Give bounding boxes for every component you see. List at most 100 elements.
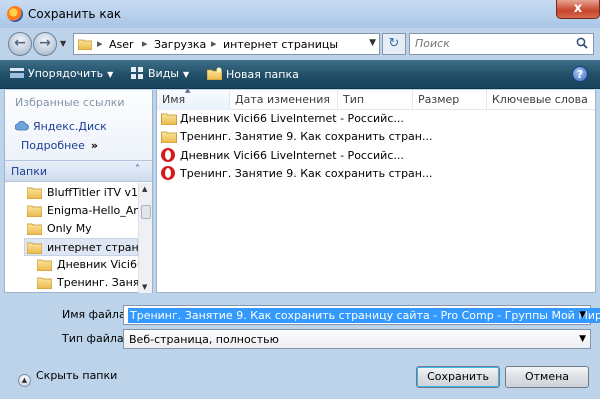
views-icon — [131, 67, 143, 79]
filetype-select[interactable]: Веб-страница, полностью ▼ — [123, 329, 591, 349]
filename-field[interactable]: Тренинг. Занятие 9. Как сохранить страни… — [123, 305, 600, 325]
breadcrumb-aser[interactable]: Aser — [109, 38, 134, 51]
navigation-pane: Избранные ссылки Яндекс.Диск Подробнее» … — [4, 90, 153, 293]
browser-app-icon — [7, 6, 23, 22]
tree-item[interactable]: Дневник Vici66 — [37, 256, 138, 274]
chevron-down-icon: ▼ — [183, 70, 190, 79]
forward-button[interactable]: → — [33, 32, 57, 56]
file-name: Тренинг. Занятие 9. Как сохранить стран.… — [180, 130, 433, 143]
column-header-date-modified[interactable]: Дата изменения — [230, 90, 338, 110]
close-button[interactable]: x — [556, 0, 600, 19]
opera-icon — [161, 148, 175, 162]
tree-item[interactable]: Enigma-Hello_And — [27, 202, 138, 220]
cloud-icon — [15, 121, 29, 131]
folder-tree-scrollbar[interactable]: ▲ ▼ — [138, 183, 152, 293]
tree-item-label: Enigma-Hello_And — [47, 204, 138, 217]
recent-pages-dropdown-icon[interactable]: ▼ — [60, 39, 66, 48]
more-links-button[interactable]: Подробнее » — [21, 139, 98, 152]
navigation-bar: ← → ▼ ▸ Aser ▸ Загрузка ▸ интернет стран… — [0, 28, 600, 60]
chevron-down-icon[interactable]: ▼ — [579, 334, 586, 344]
breadcrumb-separator[interactable]: ▸ — [211, 37, 217, 50]
file-row[interactable]: Дневник Vici66 LiveInternet - Российс... — [161, 147, 404, 165]
organize-label: Упорядочить — [28, 67, 104, 80]
folder-icon — [27, 205, 42, 217]
scroll-thumb[interactable] — [141, 205, 151, 219]
chevron-up-icon[interactable]: ˄ — [135, 164, 140, 175]
favorite-link-label: Яндекс.Диск — [33, 120, 107, 133]
column-header-label: Дата изменения — [235, 93, 330, 106]
search-input[interactable] — [415, 37, 565, 50]
column-headers: ▲ Имя Дата изменения Тип Размер Ключевые… — [157, 86, 595, 110]
folders-header[interactable]: Папки ˄ — [5, 160, 152, 182]
favorite-link-yandex-disk[interactable]: Яндекс.Диск — [15, 120, 107, 133]
folders-header-label: Папки — [11, 165, 47, 178]
chevron-down-icon: ▼ — [107, 70, 114, 79]
column-header-size[interactable]: Размер — [413, 90, 487, 110]
favorite-links-title: Избранные ссылки — [15, 96, 125, 109]
filetype-value: Веб-страница, полностью — [129, 333, 279, 346]
file-name: Дневник Vici66 LiveInternet - Российс... — [180, 112, 404, 125]
tree-item[interactable]: Only My — [27, 220, 92, 238]
sort-ascending-icon: ▲ — [185, 86, 191, 94]
organize-icon — [10, 68, 24, 78]
breadcrumb-separator[interactable]: ▸ — [97, 37, 103, 50]
breadcrumb-separator[interactable]: ▸ — [142, 37, 148, 50]
more-links-label: Подробнее — [21, 139, 85, 152]
tree-item-label: Only My — [47, 222, 92, 235]
column-header-keywords[interactable]: Ключевые слова — [487, 90, 595, 110]
chevron-down-icon[interactable]: ▼ — [579, 310, 586, 320]
favorite-links-section: Избранные ссылки Яндекс.Диск Подробнее » — [5, 90, 152, 160]
column-header-name[interactable]: ▲ Имя — [157, 86, 230, 110]
search-icon[interactable] — [576, 37, 588, 49]
tree-item-label: Тренинг. Заняти — [57, 276, 138, 289]
file-list: ▲ Имя Дата изменения Тип Размер Ключевые… — [156, 86, 596, 293]
folder-icon — [161, 113, 177, 125]
tree-item-label: интернет страниц — [47, 241, 138, 254]
cancel-button[interactable]: Отмена — [505, 366, 589, 388]
help-button[interactable]: ? — [572, 66, 588, 82]
refresh-button[interactable]: ↻ — [382, 33, 406, 55]
column-header-label: Тип — [343, 93, 365, 106]
views-button[interactable]: Виды ▼ — [131, 67, 189, 80]
tree-item-selected[interactable]: интернет страниц — [24, 238, 138, 256]
hide-folders-button[interactable]: ▲ Скрыть папки — [18, 369, 117, 387]
scroll-up-icon[interactable]: ▲ — [142, 185, 147, 193]
address-bar[interactable]: ▸ Aser ▸ Загрузка ▸ интернет страницы ▼ — [73, 33, 380, 55]
filename-label: Имя файла: — [62, 308, 130, 321]
search-box[interactable] — [409, 33, 594, 55]
filename-value[interactable]: Тренинг. Занятие 9. Как сохранить страни… — [128, 308, 600, 323]
column-header-type[interactable]: Тип — [338, 90, 413, 110]
double-chevron-icon: » — [90, 139, 98, 152]
column-header-label: Размер — [418, 93, 460, 106]
address-dropdown-icon[interactable]: ▼ — [369, 38, 376, 48]
folder-icon — [161, 131, 177, 143]
file-name: Тренинг. Занятие 9. Как сохранить стран.… — [180, 167, 433, 180]
window-title: Сохранить как — [28, 7, 122, 21]
command-toolbar: Упорядочить ▼ Виды ▼ Новая папка ? — [0, 60, 600, 89]
column-header-label: Имя — [162, 93, 186, 106]
folder-icon — [27, 187, 42, 199]
new-folder-button[interactable]: Новая папка — [207, 67, 299, 81]
back-button[interactable]: ← — [8, 32, 32, 56]
new-folder-label: Новая папка — [226, 68, 299, 81]
breadcrumb-web-pages[interactable]: интернет страницы — [223, 38, 338, 51]
tree-item[interactable]: BluffTitler iTV v11. — [27, 184, 138, 202]
file-row[interactable]: Дневник Vici66 LiveInternet - Российс... — [161, 111, 404, 129]
folder-icon — [37, 259, 52, 271]
save-button[interactable]: Сохранить — [416, 366, 500, 388]
title-bar: Сохранить как x — [0, 0, 600, 28]
breadcrumb-downloads[interactable]: Загрузка — [154, 38, 206, 51]
views-label: Виды — [148, 67, 179, 80]
file-name: Дневник Vici66 LiveInternet - Российс... — [180, 149, 404, 162]
organize-button[interactable]: Упорядочить ▼ — [10, 67, 113, 80]
tree-item-label: BluffTitler iTV v11. — [47, 186, 138, 199]
tree-item-label: Дневник Vici66 — [57, 258, 138, 271]
folder-tree: BluffTitler iTV v11. Enigma-Hello_And On… — [5, 183, 138, 293]
tree-item[interactable]: Тренинг. Заняти — [37, 274, 138, 292]
hide-folders-label: Скрыть папки — [36, 369, 118, 382]
save-options-panel: Имя файла: Тренинг. Занятие 9. Как сохра… — [0, 296, 600, 399]
file-row[interactable]: Тренинг. Занятие 9. Как сохранить стран.… — [161, 165, 432, 183]
open-folder-icon — [27, 242, 42, 254]
file-row[interactable]: Тренинг. Занятие 9. Как сохранить стран.… — [161, 129, 432, 147]
scroll-down-icon[interactable]: ▼ — [142, 283, 147, 291]
